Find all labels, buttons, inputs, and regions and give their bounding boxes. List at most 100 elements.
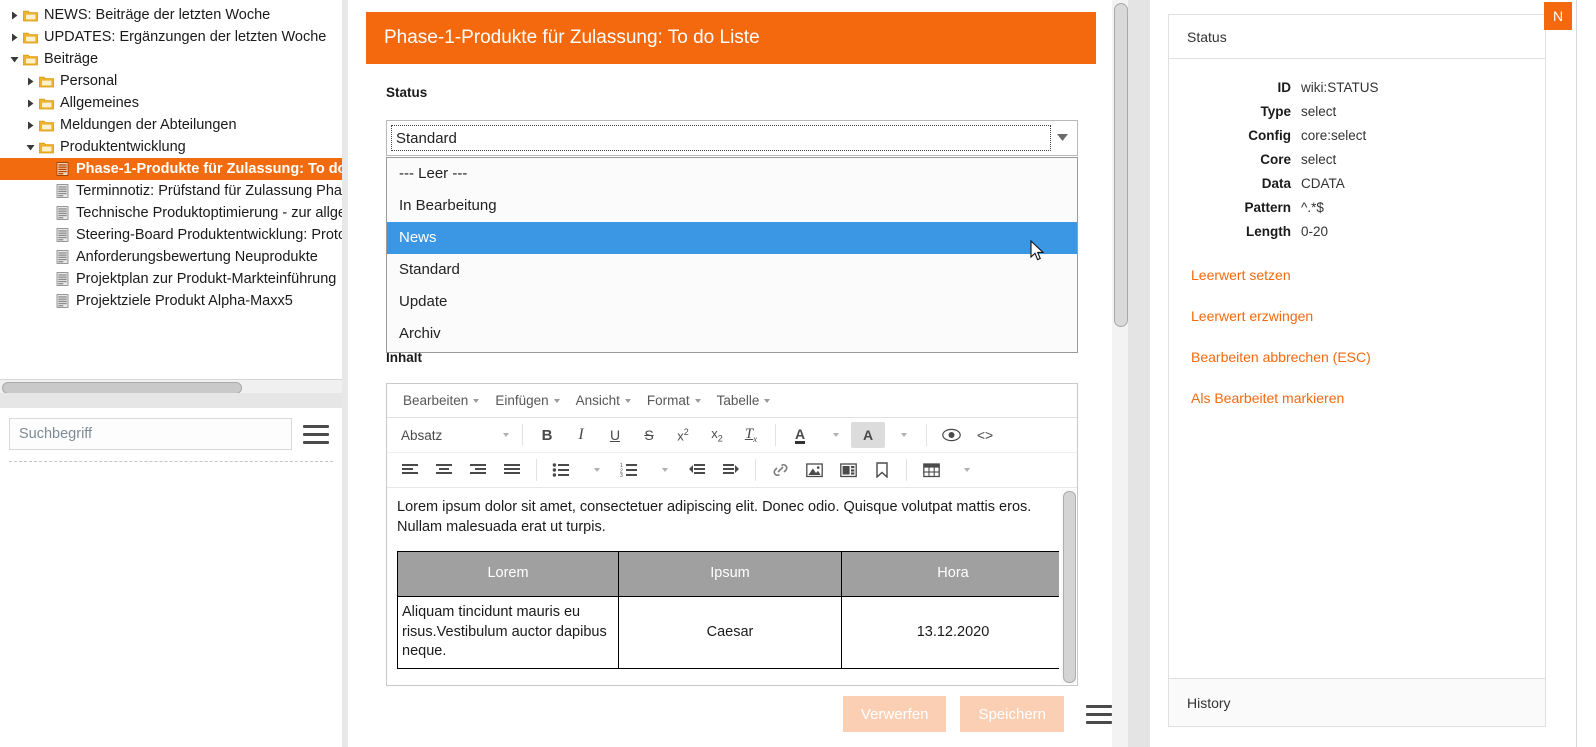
numbered-list-icon[interactable]: 123 <box>612 457 646 483</box>
dropdown-option[interactable]: Update <box>387 286 1077 318</box>
tree-item[interactable]: Personal <box>0 70 342 92</box>
folder-icon <box>37 92 55 114</box>
history-section[interactable]: History <box>1168 679 1546 727</box>
indent-icon[interactable] <box>714 457 748 483</box>
bold-icon[interactable]: B <box>530 422 564 448</box>
align-right-icon[interactable] <box>461 457 495 483</box>
align-left-icon[interactable] <box>393 457 427 483</box>
chevron-down-icon[interactable] <box>1051 121 1073 155</box>
numbered-list-dropdown-icon[interactable] <box>646 457 680 483</box>
link-icon[interactable] <box>763 457 797 483</box>
editor-vertical-scrollbar-thumb[interactable] <box>1063 491 1076 683</box>
dropdown-option[interactable]: Standard <box>387 254 1077 286</box>
chevron-down-icon[interactable] <box>24 136 37 158</box>
outdent-icon[interactable] <box>680 457 714 483</box>
action-link-list[interactable]: Leerwert setzen Leerwert erzwingen Bearbei… <box>1169 267 1545 408</box>
bullet-list-icon[interactable] <box>544 457 578 483</box>
search-menu-button[interactable] <box>299 417 333 451</box>
tree-item-selected[interactable]: Phase-1-Produkte für Zulassung: To do Li… <box>0 158 342 180</box>
dropdown-option[interactable]: --- Leer --- <box>387 158 1077 190</box>
status-select-value[interactable]: Standard <box>391 125 1051 151</box>
chevron-right-icon[interactable] <box>24 70 37 92</box>
tree-item[interactable]: Produktentwicklung <box>0 136 342 158</box>
document-vertical-scrollbar-thumb[interactable] <box>1114 3 1128 327</box>
italic-icon[interactable]: I <box>564 422 598 448</box>
chevron-down-icon[interactable] <box>8 48 21 70</box>
tree-item[interactable]: Beiträge <box>0 48 342 70</box>
bullet-list-dropdown-icon[interactable] <box>578 457 612 483</box>
tree-item[interactable]: Allgemeines <box>0 92 342 114</box>
tree-spacer <box>40 158 53 180</box>
left-panel-divider <box>0 393 342 408</box>
editor-menu-einfügen[interactable]: Einfügen <box>487 389 567 413</box>
editor-vertical-scrollbar[interactable] <box>1061 489 1076 684</box>
background-color-dropdown-icon[interactable] <box>885 422 919 448</box>
action-link[interactable]: Bearbeiten abbrechen (ESC) <box>1191 349 1371 365</box>
image-icon[interactable] <box>797 457 831 483</box>
editor-content-area[interactable]: Lorem ipsum dolor sit amet, consectetuer… <box>387 487 1077 685</box>
tree-item[interactable]: UPDATES: Ergänzungen der letzten Woche <box>0 26 342 48</box>
background-color-icon[interactable]: A <box>851 422 885 448</box>
action-link[interactable]: Leerwert setzen <box>1191 267 1291 283</box>
save-button[interactable]: Speichern <box>960 696 1064 732</box>
tree-item[interactable]: Steering-Board Produktentwicklung: Proto… <box>0 224 342 246</box>
source-code-icon[interactable]: <> <box>968 422 1002 448</box>
discard-button[interactable]: Verwerfen <box>843 696 947 732</box>
text-color-icon[interactable]: A <box>783 422 817 448</box>
tree-item[interactable]: Anforderungsbewertung Neuprodukte <box>0 246 342 268</box>
strikethrough-icon[interactable]: S <box>632 422 666 448</box>
chevron-right-icon[interactable] <box>8 4 21 26</box>
dropdown-option[interactable]: News <box>387 222 1077 254</box>
tree-item[interactable]: Projektplan zur Produkt-Markteinführung <box>0 268 342 290</box>
table-icon[interactable] <box>914 457 948 483</box>
dropdown-option[interactable]: Archiv <box>387 318 1077 350</box>
tree-item[interactable]: NEWS: Beiträge der letzten Woche <box>0 4 342 26</box>
paragraph-format-label: Absatz <box>401 428 442 443</box>
notification-badge[interactable]: N <box>1544 2 1572 30</box>
table-row: Aliquam tincidunt mauris eu risus.Vestib… <box>398 597 1060 669</box>
status-select[interactable]: Standard <box>386 120 1078 156</box>
tree-item[interactable]: Technische Produktoptimierung - zur allg… <box>0 202 342 224</box>
paragraph-format-select[interactable]: Absatz <box>393 422 515 448</box>
editor-menu-format[interactable]: Format <box>639 389 709 413</box>
table-dropdown-icon[interactable] <box>948 457 982 483</box>
property-value: 0-20 <box>1301 224 1328 239</box>
text-color-dropdown-icon[interactable] <box>817 422 851 448</box>
tree-item-label: Meldungen der Abteilungen <box>55 117 237 133</box>
align-justify-icon[interactable] <box>495 457 529 483</box>
editor-menu-button[interactable] <box>1082 697 1116 731</box>
toolbar-separator <box>926 424 927 446</box>
action-button-bar: Verwerfen Speichern <box>386 690 1116 738</box>
tree-item-label: Produktentwicklung <box>55 139 186 155</box>
page-title: Phase-1-Produkte für Zulassung: To do Li… <box>366 12 1096 64</box>
action-link[interactable]: Leerwert erzwingen <box>1191 308 1313 324</box>
editor-menu-ansicht[interactable]: Ansicht <box>568 389 639 413</box>
page-tree[interactable]: NEWS: Beiträge der letzten WocheUPDATES:… <box>0 0 342 380</box>
superscript-icon[interactable]: x2 <box>666 422 700 448</box>
document-vertical-scrollbar[interactable] <box>1112 0 1128 747</box>
chevron-right-icon[interactable] <box>24 114 37 136</box>
subscript-icon[interactable]: x2 <box>700 422 734 448</box>
clear-formatting-icon[interactable]: Tx <box>734 422 768 448</box>
tree-item[interactable]: Meldungen der Abteilungen <box>0 114 342 136</box>
underline-icon[interactable]: U <box>598 422 632 448</box>
chevron-right-icon[interactable] <box>24 92 37 114</box>
dropdown-option[interactable]: In Bearbeitung <box>387 190 1077 222</box>
chevron-right-icon[interactable] <box>8 26 21 48</box>
tree-item-label: Beiträge <box>39 51 98 67</box>
status-dropdown-options[interactable]: --- Leer ---In BearbeitungNewsStandardUp… <box>386 157 1078 353</box>
media-icon[interactable] <box>831 457 865 483</box>
search-input[interactable] <box>9 418 292 450</box>
tree-horizontal-scrollbar[interactable] <box>0 379 342 394</box>
content-table[interactable]: Lorem Ipsum Hora Aliquam tincidunt mauri… <box>397 551 1059 669</box>
align-center-icon[interactable] <box>427 457 461 483</box>
editor-document[interactable]: Lorem ipsum dolor sit amet, consectetuer… <box>387 488 1059 685</box>
tree-item[interactable]: Terminnotiz: Prüfstand für Zulassung Pha… <box>0 180 342 202</box>
tree-item[interactable]: Projektziele Produkt Alpha-Maxx5 <box>0 290 342 312</box>
editor-menu-bearbeiten[interactable]: Bearbeiten <box>395 389 487 413</box>
preview-icon[interactable] <box>934 422 968 448</box>
editor-menu-tabelle[interactable]: Tabelle <box>709 389 779 413</box>
bookmark-icon[interactable] <box>865 457 899 483</box>
editor-menubar[interactable]: BearbeitenEinfügenAnsichtFormatTabelle <box>387 384 1077 418</box>
action-link[interactable]: Als Bearbeitet markieren <box>1191 390 1344 406</box>
